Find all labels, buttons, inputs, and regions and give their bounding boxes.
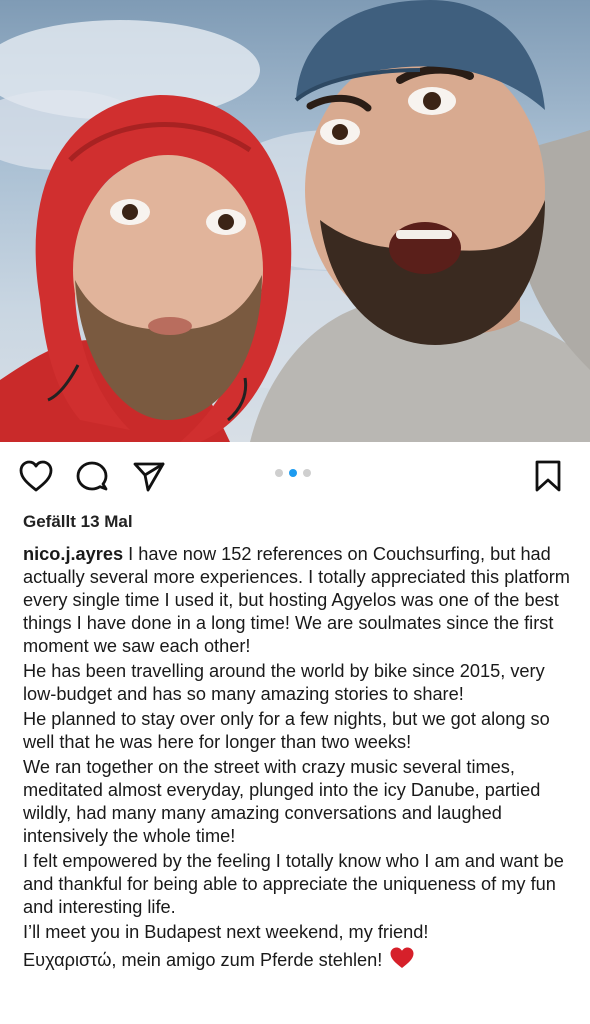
caption-last-line: Ευχαριστώ, mein amigo zum Pferde stehlen… — [23, 946, 575, 976]
paper-plane-icon — [133, 462, 165, 492]
likes-count[interactable]: Gefällt 13 Mal — [23, 512, 133, 532]
bookmark-icon — [535, 460, 561, 492]
caption-paragraph: I’ll meet you in Budapest next weekend, … — [23, 922, 429, 942]
like-button[interactable] — [16, 456, 56, 496]
caption-paragraph: We ran together on the street with crazy… — [23, 757, 541, 846]
post-photo[interactable] — [0, 0, 590, 442]
username-link[interactable]: nico.j.ayres — [23, 544, 123, 564]
share-button[interactable] — [129, 456, 169, 496]
caption-text: Ευχαριστώ, mein amigo zum Pferde stehlen… — [23, 950, 383, 970]
caption-paragraph: He has been travelling around the world … — [23, 661, 545, 704]
caption-paragraph: I felt empowered by the feeling I totall… — [23, 851, 564, 917]
carousel-dot-active — [289, 469, 297, 477]
post-action-bar — [0, 442, 590, 510]
carousel-indicator — [275, 469, 311, 477]
save-button[interactable] — [528, 456, 568, 496]
comment-button[interactable] — [72, 456, 112, 496]
heart-outline-icon — [19, 460, 53, 492]
carousel-dot — [275, 469, 283, 477]
caption-paragraph: He planned to stay over only for a few n… — [23, 709, 550, 752]
carousel-dot — [303, 469, 311, 477]
heart-emoji-icon — [389, 946, 415, 976]
post-caption: nico.j.ayres I have now 152 references o… — [23, 543, 575, 978]
selfie-photo-illustration — [0, 0, 590, 442]
caption-paragraph: nico.j.ayres I have now 152 references o… — [23, 543, 575, 658]
comment-bubble-icon — [76, 461, 108, 491]
